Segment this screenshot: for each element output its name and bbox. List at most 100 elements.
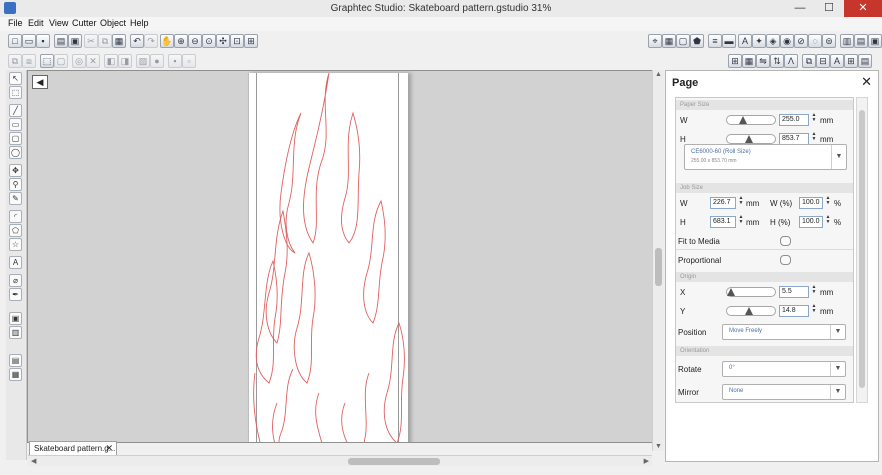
offset-icon[interactable]: ◈ — [766, 34, 780, 48]
star-tool-icon[interactable]: ☆ — [9, 238, 22, 251]
show-icon[interactable]: ▫ — [182, 54, 196, 68]
mirror-icon[interactable]: ⇋ — [756, 54, 770, 68]
scroll-up-icon[interactable]: ▲ — [654, 71, 663, 78]
line-tool-icon[interactable]: ╱ — [9, 104, 22, 117]
arc-tool-icon[interactable]: ◜ — [9, 210, 22, 223]
ellipse-tool-icon[interactable]: ◯ — [9, 146, 22, 159]
media-size-dropdown[interactable]: CE6000-60 (Roll Size) 255.00 x 853.70 mm… — [684, 144, 847, 170]
zoom-out-icon[interactable]: ⊖ — [188, 34, 202, 48]
book-icon[interactable]: ▥ — [9, 326, 22, 339]
menu-object[interactable]: Object — [100, 18, 126, 28]
grid-icon[interactable]: ▦ — [662, 34, 676, 48]
chevron-down-icon[interactable]: ▼ — [830, 362, 845, 376]
origin-x-slider-knob[interactable] — [727, 288, 735, 296]
unlock-icon[interactable]: ● — [150, 54, 164, 68]
chevron-down-icon[interactable]: ▼ — [830, 325, 845, 339]
deselect-icon[interactable]: ▢ — [54, 54, 68, 68]
origin-x-slider[interactable] — [726, 287, 776, 297]
page-icon[interactable]: ▤ — [9, 354, 22, 367]
cutter-settings-icon[interactable]: ▤ — [854, 34, 868, 48]
layers-icon[interactable]: ⊜ — [822, 34, 836, 48]
copy-button[interactable]: ⧉ — [98, 34, 112, 48]
menu-help[interactable]: Help — [130, 18, 149, 28]
menu-edit[interactable]: Edit — [28, 18, 44, 28]
lock-icon[interactable]: ▨ — [136, 54, 150, 68]
paper-w-field[interactable]: 255.0 — [779, 114, 809, 126]
view-mode-icon[interactable]: ▣ — [9, 312, 22, 325]
menu-view[interactable]: View — [49, 18, 68, 28]
paper-w-slider[interactable] — [726, 115, 776, 125]
make-compound-icon[interactable]: ◎ — [72, 54, 86, 68]
nest-icon[interactable]: ▤ — [858, 54, 872, 68]
hide-icon[interactable]: ▪ — [168, 54, 182, 68]
job-hp-spinner[interactable]: ▲ ▼ — [825, 215, 831, 225]
job-w-spinner[interactable]: ▲ ▼ — [738, 196, 744, 206]
chevron-down-icon[interactable]: ▼ — [830, 385, 845, 399]
origin-y-slider-knob[interactable] — [745, 307, 753, 315]
polygon-tool-icon[interactable]: ⬠ — [9, 224, 22, 237]
rounded-rect-tool-icon[interactable]: ▢ — [9, 132, 22, 145]
weed-line-icon[interactable]: ⊞ — [844, 54, 858, 68]
chevron-down-icon[interactable]: ▼ — [831, 145, 846, 169]
job-h-field[interactable]: 683.1 — [710, 216, 736, 228]
paper-w-slider-knob[interactable] — [739, 116, 747, 124]
bring-front-icon[interactable]: ◧ — [104, 54, 118, 68]
proportional-toggle[interactable] — [780, 255, 791, 265]
paper-w-spinner[interactable]: ▲ ▼ — [811, 113, 817, 123]
duplicate-icon[interactable]: ⧉ — [802, 54, 816, 68]
fill-icon[interactable]: ▬ — [722, 34, 736, 48]
trace-icon[interactable]: ◉ — [780, 34, 794, 48]
arrange-icon[interactable]: ⊟ — [816, 54, 830, 68]
canvas-vertical-scrollbar[interactable]: ▲ ▼ — [652, 70, 664, 451]
position-dropdown[interactable]: Move Freely ▼ — [722, 324, 846, 340]
send-to-cutter-button[interactable]: ▣ — [68, 34, 82, 48]
rectangle-tool-icon[interactable]: ▭ — [9, 118, 22, 131]
undo-button[interactable]: ↶ — [130, 34, 144, 48]
job-wp-field[interactable]: 100.0 — [799, 197, 823, 209]
knife-icon[interactable]: ⊘ — [794, 34, 808, 48]
design-canvas[interactable]: ◀ — [27, 70, 654, 443]
text-path-icon[interactable]: A — [830, 54, 844, 68]
rotate-icon[interactable]: Λ — [784, 54, 798, 68]
panel-close-icon[interactable]: ✕ — [861, 74, 872, 90]
origin-y-spinner[interactable]: ▲ ▼ — [811, 304, 817, 314]
canvas-corner-icon[interactable]: ◀ — [32, 75, 48, 89]
pan-hand-icon[interactable]: ✋ — [160, 34, 174, 48]
send-back-icon[interactable]: ◨ — [118, 54, 132, 68]
job-w-field[interactable]: 226.7 — [710, 197, 736, 209]
origin-x-spinner[interactable]: ▲ ▼ — [811, 285, 817, 295]
eraser-icon[interactable]: ◌ — [808, 34, 822, 48]
ungroup-icon[interactable]: ⧈ — [22, 54, 36, 68]
zoom-selection-icon[interactable]: ⊙ — [202, 34, 216, 48]
scroll-down-icon[interactable]: ▼ — [654, 443, 663, 450]
origin-x-field[interactable]: 5.5 — [779, 286, 809, 298]
align-icon[interactable]: ⊞ — [728, 54, 742, 68]
registration-marks-icon[interactable]: ⌖ — [648, 34, 662, 48]
print-button[interactable]: ▤ — [54, 34, 68, 48]
new-file-button[interactable]: □ — [8, 34, 22, 48]
node-edit-icon[interactable]: ⬚ — [9, 86, 22, 99]
page-setup-icon[interactable]: ▢ — [676, 34, 690, 48]
panel-scrollbar[interactable] — [856, 97, 868, 403]
select-tool-icon[interactable]: ↖ — [9, 72, 22, 85]
text-icon[interactable]: A — [738, 34, 752, 48]
release-compound-icon[interactable]: ✕ — [86, 54, 100, 68]
close-window-button[interactable]: ✕ — [844, 0, 882, 17]
close-tab-icon[interactable]: ✕ — [105, 442, 113, 455]
open-file-button[interactable]: ▭ — [22, 34, 36, 48]
job-h-spinner[interactable]: ▲ ▼ — [738, 215, 744, 225]
group-icon[interactable]: ⧉ — [8, 54, 22, 68]
job-hp-field[interactable]: 100.0 — [799, 216, 823, 228]
redo-button[interactable]: ↷ — [144, 34, 158, 48]
zoom-in-icon[interactable]: ⊕ — [174, 34, 188, 48]
paper-h-spinner[interactable]: ▲ ▼ — [811, 132, 817, 142]
flame-artwork[interactable] — [249, 73, 408, 443]
eraser-tool-icon[interactable]: ⌀ — [9, 274, 22, 287]
text-tool-icon[interactable]: A — [9, 256, 22, 269]
horizontal-scroll-thumb[interactable] — [348, 458, 440, 465]
fit-to-media-toggle[interactable] — [780, 236, 791, 246]
zoom-fit-icon[interactable]: ✣ — [216, 34, 230, 48]
maximize-button[interactable]: ☐ — [815, 0, 843, 17]
select-all-icon[interactable]: ⬚ — [40, 54, 54, 68]
shape-icon[interactable]: ⬟ — [690, 34, 704, 48]
